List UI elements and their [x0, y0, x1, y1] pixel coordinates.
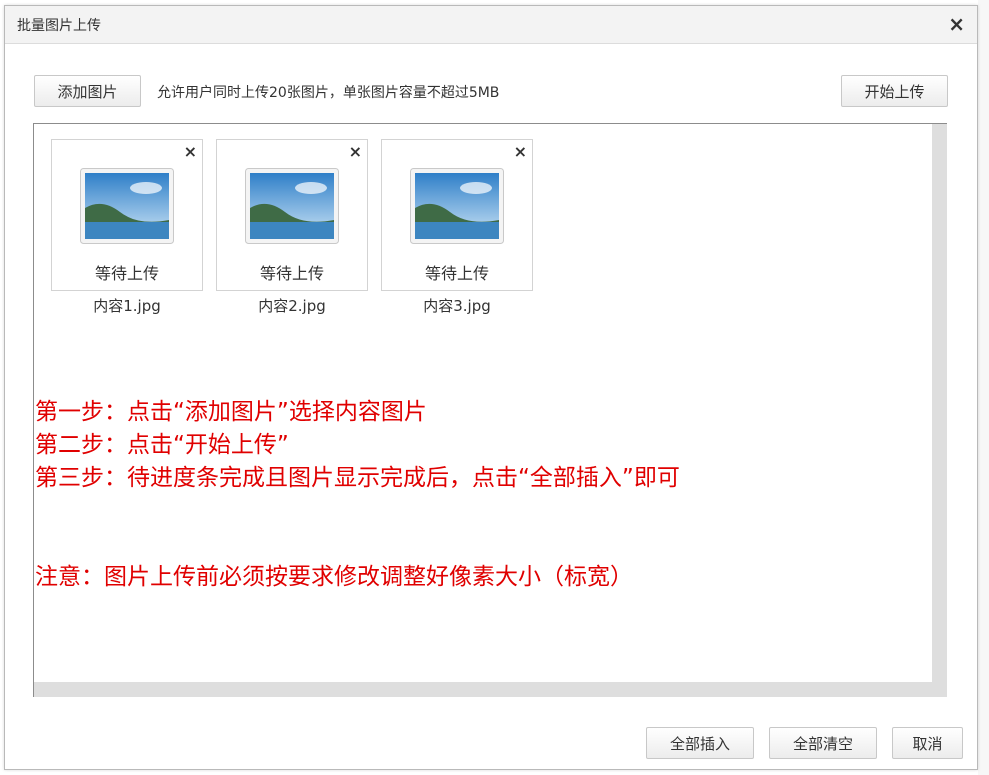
image-placeholder-icon	[245, 168, 339, 244]
dialog-title: 批量图片上传	[17, 18, 101, 34]
file-item: × 等待上传	[216, 139, 368, 291]
dialog-titlebar: 批量图片上传 ×	[5, 6, 977, 44]
close-icon[interactable]: ×	[948, 12, 965, 36]
horizontal-scrollbar[interactable]	[34, 682, 947, 697]
vertical-scrollbar[interactable]	[932, 124, 947, 697]
image-placeholder-icon	[80, 168, 174, 244]
file-name: 内容2.jpg	[258, 297, 326, 315]
clear-all-button[interactable]: 全部清空	[769, 727, 877, 759]
file-name: 内容3.jpg	[423, 297, 491, 315]
instruction-step1: 第一步：点击“添加图片”选择内容图片	[35, 399, 427, 425]
file-item: × 等待上传	[381, 139, 533, 291]
remove-file-icon[interactable]: ×	[184, 142, 197, 162]
insert-all-button[interactable]: 全部插入	[646, 727, 754, 759]
remove-file-icon[interactable]: ×	[514, 142, 527, 162]
instruction-step2: 第二步：点击“开始上传”	[35, 432, 289, 458]
image-placeholder-icon	[410, 168, 504, 244]
add-image-button[interactable]: 添加图片	[34, 75, 141, 107]
batch-upload-dialog: 批量图片上传 × 添加图片 允许用户同时上传20张图片，单张图片容量不超过5MB…	[4, 5, 978, 770]
file-name: 内容1.jpg	[93, 297, 161, 315]
upload-limit-hint: 允许用户同时上传20张图片，单张图片容量不超过5MB	[157, 85, 500, 101]
instruction-step3: 第三步：待进度条完成且图片显示完成后，点击“全部插入”即可	[35, 465, 680, 491]
instruction-note: 注意：图片上传前必须按要求修改调整好像素大小（标宽）	[35, 564, 633, 590]
upload-queue-area: × 等待上传 内容1.jpg × 等待上传 内容2.jpg × 等待上传 内容3…	[33, 123, 947, 697]
file-status: 等待上传	[259, 264, 324, 283]
file-status: 等待上传	[424, 264, 489, 283]
cancel-button[interactable]: 取消	[892, 727, 963, 759]
background-page-strip	[978, 0, 989, 775]
file-status: 等待上传	[94, 264, 159, 283]
remove-file-icon[interactable]: ×	[349, 142, 362, 162]
file-item: × 等待上传	[51, 139, 203, 291]
start-upload-button[interactable]: 开始上传	[841, 75, 948, 107]
